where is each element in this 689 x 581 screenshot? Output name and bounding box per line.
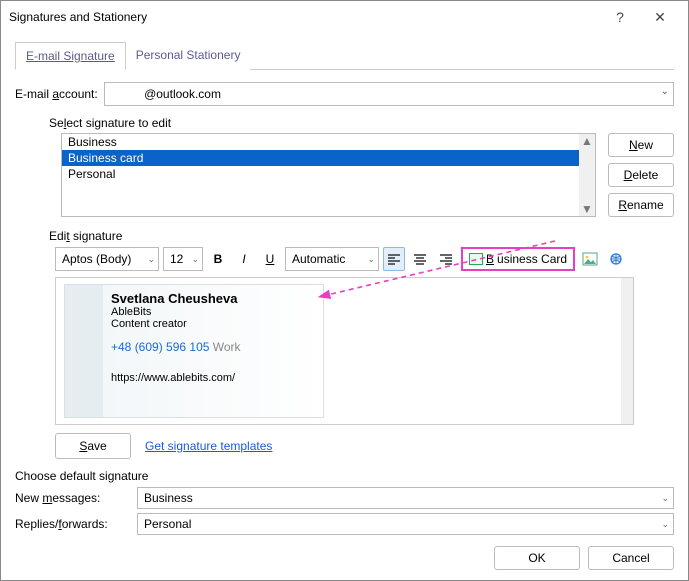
replies-forwards-label: Replies/forwards: <box>15 517 131 531</box>
ok-button[interactable]: OK <box>494 546 580 570</box>
tab-strip: E-mail Signature Personal Stationery <box>15 41 674 70</box>
list-item[interactable]: Business card <box>62 150 595 166</box>
tab-personal-stationery[interactable]: Personal Stationery <box>126 42 251 70</box>
email-account-value: @outlook.com <box>111 87 221 101</box>
get-templates-link[interactable]: Get signature templates <box>145 439 272 453</box>
business-card-preview: Svetlana Cheusheva AbleBits Content crea… <box>64 284 324 418</box>
insert-picture-button[interactable] <box>579 247 601 271</box>
help-button[interactable]: ? <box>600 9 640 25</box>
font-color-select[interactable]: Automatic⌄ <box>285 247 379 271</box>
chevron-down-icon: ⌄ <box>147 254 155 265</box>
signature-listbox[interactable]: Business Business card Personal ▲▼ <box>61 133 596 217</box>
cancel-button[interactable]: Cancel <box>588 546 674 570</box>
bold-button[interactable]: B <box>207 247 229 271</box>
replies-forwards-select[interactable]: Personal⌄ <box>137 513 674 535</box>
card-role: Content creator <box>111 318 315 330</box>
chevron-down-icon: ⌄ <box>661 86 669 97</box>
choose-default-section: Choose default signature New messages: B… <box>15 469 674 535</box>
font-select[interactable]: Aptos (Body)⌄ <box>55 247 159 271</box>
chevron-down-icon: ⌄ <box>661 493 669 504</box>
select-signature-label: Select signature to edit <box>49 116 674 130</box>
titlebar: Signatures and Stationery ? ✕ <box>1 1 688 33</box>
close-button[interactable]: ✕ <box>640 9 680 26</box>
list-item[interactable]: Business <box>62 134 595 150</box>
card-company: AbleBits <box>111 306 315 318</box>
align-right-button[interactable] <box>435 247 457 271</box>
tab-email-signature[interactable]: E-mail Signature <box>15 42 126 70</box>
chevron-down-icon: ⌄ <box>191 254 199 265</box>
underline-button[interactable]: U <box>259 247 281 271</box>
signature-editor[interactable]: Svetlana Cheusheva AbleBits Content crea… <box>55 277 634 425</box>
chevron-down-icon: ⌄ <box>661 519 669 530</box>
insert-hyperlink-button[interactable] <box>605 247 627 271</box>
card-phone: +48 (609) 596 105 Work <box>111 340 315 354</box>
choose-default-label: Choose default signature <box>15 469 674 483</box>
delete-button[interactable]: Delete <box>608 163 674 187</box>
font-size-select[interactable]: 12⌄ <box>163 247 203 271</box>
card-url: https://www.ablebits.com/ <box>111 372 315 384</box>
email-account-label: E-mail account: <box>15 87 98 101</box>
business-card-icon <box>469 253 483 265</box>
italic-button[interactable]: I <box>233 247 255 271</box>
editor-toolbar: Aptos (Body)⌄ 12⌄ B I U Automatic⌄ Busin… <box>55 247 674 271</box>
email-account-select[interactable]: @outlook.com ⌄ <box>104 82 674 106</box>
edit-signature-label: Edit signature <box>49 229 674 243</box>
rename-button[interactable]: Rename <box>608 193 674 217</box>
new-button[interactable]: New <box>608 133 674 157</box>
save-button[interactable]: Save <box>55 433 131 459</box>
scrollbar[interactable] <box>621 278 633 424</box>
list-item[interactable]: Personal <box>62 166 595 182</box>
new-messages-select[interactable]: Business⌄ <box>137 487 674 509</box>
chevron-down-icon: ⌄ <box>367 254 375 265</box>
align-center-button[interactable] <box>409 247 431 271</box>
business-card-button[interactable]: Business Card <box>461 247 575 271</box>
window-title: Signatures and Stationery <box>9 10 600 24</box>
new-messages-label: New messages: <box>15 491 131 505</box>
card-name: Svetlana Cheusheva <box>111 291 315 306</box>
align-left-button[interactable] <box>383 247 405 271</box>
scrollbar[interactable]: ▲▼ <box>579 134 595 216</box>
